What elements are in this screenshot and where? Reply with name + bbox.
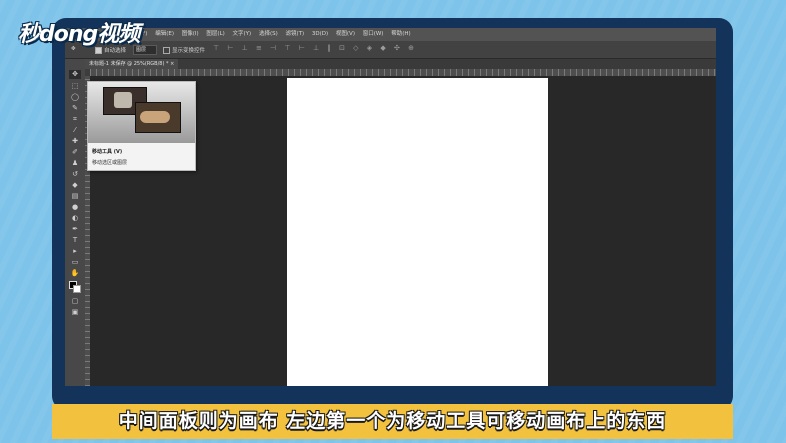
eraser-tool-icon[interactable]: ◆	[69, 181, 81, 190]
menu-items: 文件(F) 编辑(E) 图像(I) 图层(L) 文字(Y) 选择(S) 滤镜(T…	[129, 28, 417, 41]
stamp-tool-icon[interactable]: ♟	[69, 159, 81, 168]
menu-3d[interactable]: 3D(D)	[312, 31, 328, 37]
menu-type[interactable]: 文字(Y)	[233, 31, 252, 37]
quick-select-tool-icon[interactable]: ✎	[69, 104, 81, 113]
shape-tool-icon[interactable]: ▭	[69, 258, 81, 267]
menu-select[interactable]: 选择(S)	[259, 31, 278, 37]
tooltip-title: 移动工具 (V)	[92, 149, 123, 155]
document-canvas[interactable]	[287, 78, 548, 386]
watermark-logo: 秒dong视频	[18, 16, 140, 50]
marquee-tool-icon[interactable]: ⬚	[69, 82, 81, 91]
menu-image[interactable]: 图像(I)	[182, 31, 199, 37]
history-brush-tool-icon[interactable]: ↺	[69, 170, 81, 179]
blur-tool-icon[interactable]: ●	[69, 203, 81, 212]
healing-brush-tool-icon[interactable]: ✚	[69, 137, 81, 146]
brush-tool-icon[interactable]: ✐	[69, 148, 81, 157]
show-transform-option[interactable]: 显示变换控件	[163, 46, 205, 54]
show-transform-label: 显示变换控件	[172, 48, 206, 54]
document-tab-bar: 未标题-1 未保存 @ 25%(RGB/8) * ×	[85, 59, 716, 69]
background-color-swatch[interactable]	[73, 285, 81, 293]
crop-tool-icon[interactable]: ⌗	[69, 115, 81, 124]
menu-layer[interactable]: 图层(L)	[206, 31, 224, 37]
preview-photo-2	[136, 103, 180, 132]
menu-edit[interactable]: 编辑(E)	[155, 31, 174, 37]
type-tool-icon[interactable]: T	[69, 236, 81, 245]
options-bar: ✥ 自动选择 图层 显示变换控件 ⊤ ⊢ ⊥ ≡ ⊣ ⊤ ⊢ ⊥ ‖ ⊡ ◇ ◈…	[65, 41, 716, 59]
show-transform-checkbox[interactable]	[163, 47, 170, 54]
subtitle-text: 中间面板则为画布 左边第一个为移动工具可移动画布上的东西	[118, 410, 667, 432]
hand-tool-icon[interactable]: ✋	[69, 269, 81, 278]
move-tool-tooltip: 移动工具 (V) 移动选区或图层	[87, 81, 196, 171]
watermark-text: 秒dong视频	[18, 22, 140, 47]
lasso-tool-icon[interactable]: ◯	[69, 93, 81, 102]
menu-window[interactable]: 窗口(W)	[363, 31, 384, 37]
horizontal-ruler[interactable]	[90, 69, 716, 76]
menu-bar: Ps 文件(F) 编辑(E) 图像(I) 图层(L) 文字(Y) 选择(S) 滤…	[65, 28, 716, 41]
screen-mode-icon[interactable]: ▣	[69, 308, 81, 317]
document-tab[interactable]: 未标题-1 未保存 @ 25%(RGB/8) * ×	[85, 59, 179, 69]
dodge-tool-icon[interactable]: ◐	[69, 214, 81, 223]
menu-help[interactable]: 帮助(H)	[391, 31, 410, 37]
eyedropper-tool-icon[interactable]: ⁄	[69, 126, 81, 135]
quick-mask-icon[interactable]: ▢	[69, 297, 81, 306]
photoshop-window: Ps 文件(F) 编辑(E) 图像(I) 图层(L) 文字(Y) 选择(S) 滤…	[65, 28, 716, 386]
pen-tool-icon[interactable]: ✒	[69, 225, 81, 234]
align-distribute-icons[interactable]: ⊤ ⊢ ⊥ ≡ ⊣ ⊤ ⊢ ⊥ ‖ ⊡ ◇ ◈ ◆ ✣ ⊕	[213, 44, 417, 52]
path-select-tool-icon[interactable]: ▸	[69, 247, 81, 256]
tooltip-description: 移动选区或图层	[92, 160, 128, 166]
menu-view[interactable]: 视图(V)	[336, 31, 355, 37]
subtitle-bar: 中间面板则为画布 左边第一个为移动工具可移动画布上的东西	[52, 404, 733, 439]
move-tool-icon[interactable]: ✥	[69, 70, 81, 79]
tools-panel: ✥ ⬚ ◯ ✎ ⌗ ⁄ ✚ ✐ ♟ ↺ ◆ ▤ ● ◐ ✒ T ▸ ▭ ✋ ▢ …	[65, 59, 86, 386]
tooltip-preview-image	[88, 82, 195, 143]
menu-filter[interactable]: 滤镜(T)	[285, 31, 304, 37]
gradient-tool-icon[interactable]: ▤	[69, 192, 81, 201]
